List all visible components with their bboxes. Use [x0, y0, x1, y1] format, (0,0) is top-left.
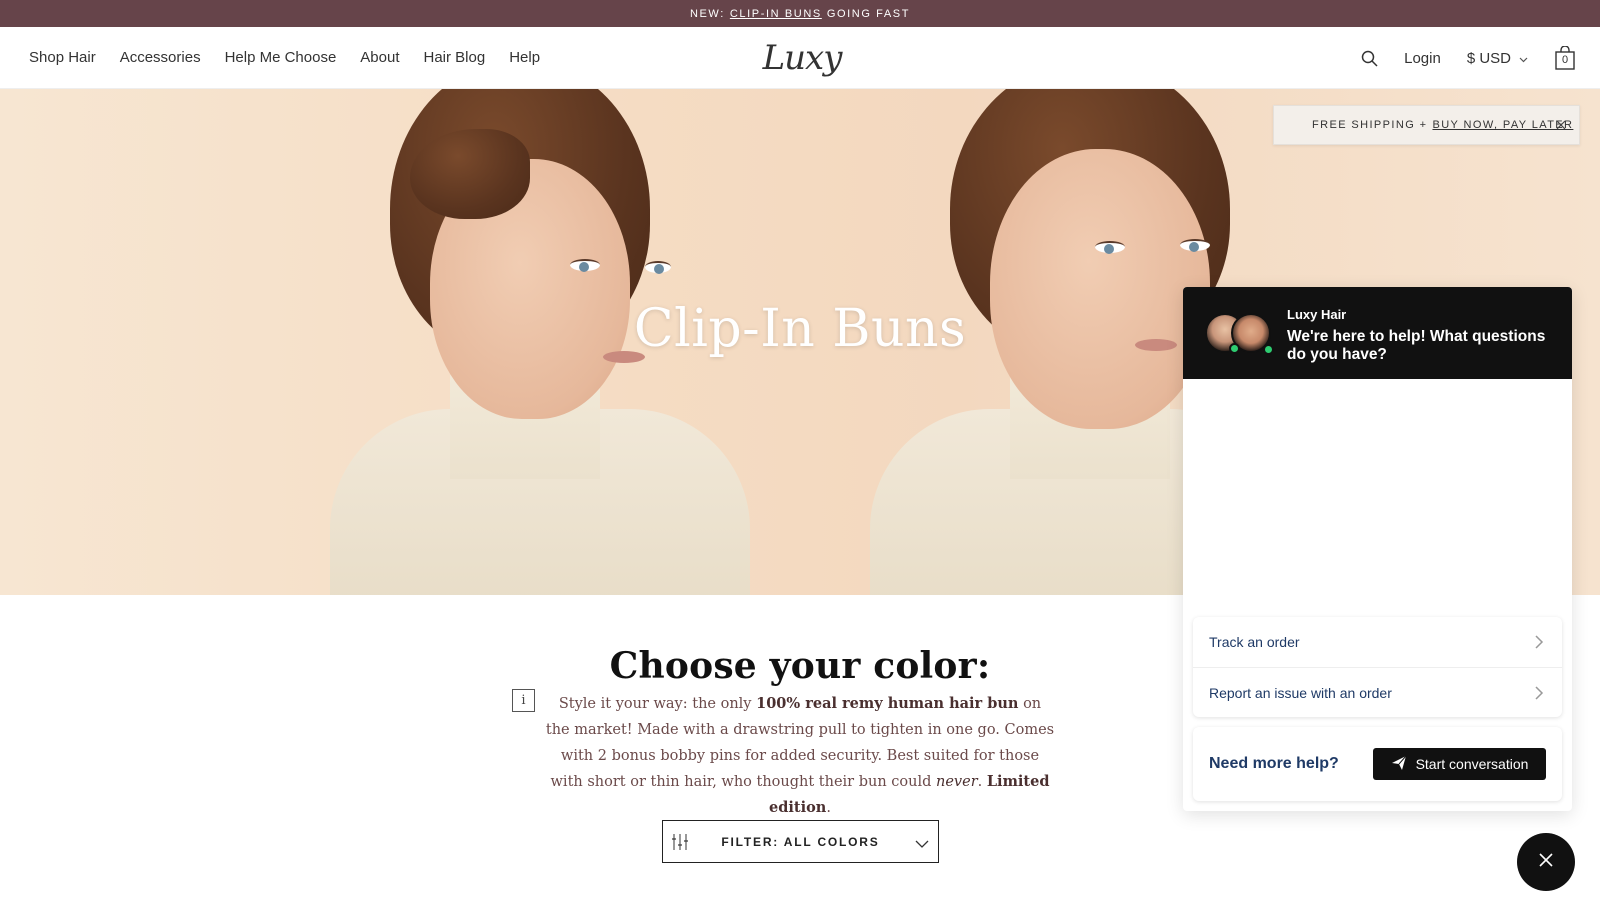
chat-brand-name: Luxy Hair [1287, 307, 1347, 322]
online-status-dot [1263, 344, 1274, 355]
send-icon [1391, 755, 1407, 774]
start-conversation-label: Start conversation [1415, 756, 1529, 772]
chat-close-button[interactable] [1517, 833, 1575, 891]
nav-item-help[interactable]: Help [509, 49, 540, 66]
chat-widget: Luxy Hair We're here to help! What quest… [1183, 287, 1572, 811]
header-actions: Login $ USD 0 [1361, 27, 1576, 89]
filter-sliders-icon [671, 833, 689, 851]
announcement-suffix: GOING FAST [826, 7, 911, 20]
chat-help-card: Need more help? Start conversation [1193, 727, 1562, 801]
nav-item-accessories[interactable]: Accessories [120, 49, 201, 66]
site-logo[interactable]: Luxy [760, 35, 844, 81]
color-filter-dropdown[interactable]: FILTER: ALL COLORS [662, 820, 939, 863]
filter-label: FILTER: ALL COLORS [721, 834, 880, 849]
site-header: Shop Hair Accessories Help Me Choose Abo… [0, 27, 1600, 89]
chat-header: Luxy Hair We're here to help! What quest… [1183, 287, 1572, 379]
chat-option-label: Track an order [1209, 634, 1300, 650]
announcement-link[interactable]: CLIP-IN BUNS [730, 8, 822, 20]
chevron-right-icon [1535, 635, 1544, 649]
toast-prefix: FREE SHIPPING + [1312, 119, 1428, 131]
start-conversation-button[interactable]: Start conversation [1373, 748, 1546, 780]
chat-option-label: Report an issue with an order [1209, 684, 1392, 701]
close-icon [1537, 851, 1555, 874]
online-status-dot [1229, 343, 1240, 354]
announcement-bar: NEW: CLIP-IN BUNS GOING FAST [0, 0, 1600, 27]
chevron-right-icon [1535, 686, 1544, 700]
free-shipping-toast: FREE SHIPPING + BUY NOW, PAY LATER [1273, 105, 1580, 145]
desc-italic: never [936, 774, 978, 790]
main-nav: Shop Hair Accessories Help Me Choose Abo… [29, 49, 540, 66]
cart-count: 0 [1561, 54, 1569, 66]
nav-item-help-me-choose[interactable]: Help Me Choose [225, 49, 337, 66]
announcement-prefix: NEW: [689, 7, 725, 20]
desc-text: Style it your way: the only [558, 696, 752, 712]
agent-avatars [1205, 313, 1275, 359]
nav-item-shop-hair[interactable]: Shop Hair [29, 49, 96, 66]
desc-emphasis: 100% real remy human hair bun [756, 695, 1019, 712]
chat-options: Track an order Report an issue with an o… [1193, 617, 1562, 717]
chevron-down-icon [915, 836, 929, 848]
search-icon[interactable] [1361, 50, 1378, 67]
currency-selector[interactable]: $ USD [1467, 50, 1528, 67]
cart-icon[interactable]: 0 [1554, 45, 1576, 70]
nav-item-hair-blog[interactable]: Hair Blog [424, 49, 486, 66]
chat-greeting: We're here to help! What questions do yo… [1287, 328, 1546, 363]
desc-text: . [826, 800, 831, 816]
desc-text: . [977, 774, 983, 790]
help-question: Need more help? [1209, 755, 1339, 772]
currency-label: $ USD [1466, 49, 1511, 67]
product-description: Style it your way: the only 100% real re… [545, 691, 1055, 821]
close-icon[interactable] [1553, 117, 1569, 133]
chevron-down-icon [1519, 50, 1528, 67]
login-link[interactable]: Login [1404, 50, 1441, 67]
info-icon[interactable]: i [512, 689, 535, 712]
nav-item-about[interactable]: About [360, 49, 399, 66]
chat-option-report-issue[interactable]: Report an issue with an order [1193, 667, 1562, 717]
chat-option-track-order[interactable]: Track an order [1193, 617, 1562, 667]
